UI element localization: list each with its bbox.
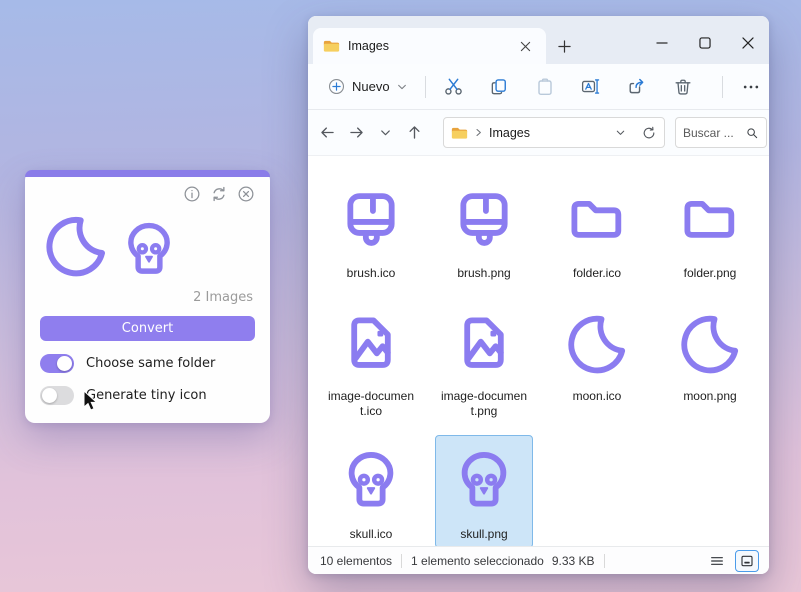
close-button[interactable]	[726, 24, 769, 62]
moon-icon	[552, 301, 642, 385]
file-name: folder.ico	[572, 266, 622, 280]
file-tile[interactable]: skull.ico	[322, 435, 420, 546]
same-folder-label: Choose same folder	[86, 356, 216, 371]
moon-icon	[665, 301, 755, 385]
file-name: folder.png	[683, 266, 737, 280]
file-tile[interactable]: folder.ico	[548, 174, 646, 287]
address-bar[interactable]: Images	[443, 117, 665, 148]
tiny-icon-toggle[interactable]	[40, 386, 74, 405]
address-path: Images	[489, 125, 530, 140]
status-bar: 10 elementos 1 elemento seleccionado 9.3…	[308, 546, 769, 574]
view-buttons	[705, 549, 759, 572]
search-placeholder: Buscar ...	[683, 125, 734, 140]
recent-locations-icon[interactable]	[371, 118, 400, 148]
preview-icons	[44, 207, 255, 279]
skull-icon	[439, 439, 529, 523]
file-name: image-document.ico	[327, 389, 415, 418]
convert-button[interactable]: Convert	[40, 316, 255, 341]
folder-icon	[552, 178, 642, 262]
tab-close-icon[interactable]	[514, 35, 536, 57]
file-tile[interactable]: brush.ico	[322, 174, 420, 287]
toolbar-separator	[722, 75, 724, 98]
back-icon[interactable]	[313, 118, 342, 148]
file-tile[interactable]: moon.ico	[548, 297, 646, 425]
minimize-button[interactable]	[640, 24, 683, 62]
navigation-bar: Images Buscar ...	[308, 110, 769, 156]
file-tile[interactable]: folder.png	[661, 174, 759, 287]
copy-icon[interactable]	[480, 70, 517, 104]
image-icon	[439, 301, 529, 385]
rename-icon[interactable]	[572, 70, 609, 104]
delete-icon[interactable]	[664, 70, 701, 104]
image-count-label: 2 Images	[193, 290, 253, 305]
folder-icon	[665, 178, 755, 262]
file-name: brush.png	[457, 266, 511, 280]
brush-icon	[439, 178, 529, 262]
command-toolbar: Nuevo	[308, 64, 769, 110]
refresh-icon[interactable]	[641, 125, 657, 141]
skull-icon	[120, 221, 178, 279]
tab-images[interactable]: Images	[313, 28, 546, 64]
converter-window-controls	[40, 185, 255, 203]
file-list-area: brush.ico brush.png folder.ico folder.png im…	[308, 156, 769, 546]
explorer-window: Images Nuevo Images Buscar ... brush.ico…	[308, 16, 769, 574]
file-name: moon.ico	[572, 389, 622, 403]
toolbar-separator	[424, 75, 426, 98]
file-tile[interactable]: skull.png	[435, 435, 533, 546]
new-button[interactable]: Nuevo	[322, 74, 413, 99]
paste-icon[interactable]	[526, 70, 563, 104]
items-count: 10 elementos	[320, 553, 393, 568]
desktop: Images Nuevo Images Buscar ... brush.ico…	[0, 0, 801, 592]
moon-icon	[44, 213, 108, 279]
file-name: image-document.png	[440, 389, 528, 418]
file-grid: brush.ico brush.png folder.ico folder.png im…	[322, 174, 761, 546]
converter-accent-strip	[25, 170, 270, 177]
tab-strip: Images	[308, 16, 769, 64]
file-tile[interactable]: moon.png	[661, 297, 759, 425]
image-icon	[326, 301, 416, 385]
file-name: skull.ico	[349, 527, 393, 541]
more-icon[interactable]	[732, 70, 769, 104]
close-circle-icon[interactable]	[237, 185, 255, 203]
up-icon[interactable]	[400, 118, 429, 148]
search-icon	[747, 127, 758, 138]
details-view-icon[interactable]	[705, 550, 729, 572]
large-icons-view-icon[interactable]	[735, 549, 759, 572]
new-button-label: Nuevo	[352, 79, 390, 94]
converter-window: 2 Images Convert Choose same folder Gene…	[25, 170, 270, 423]
brush-icon	[326, 178, 416, 262]
search-box[interactable]: Buscar ...	[675, 117, 767, 148]
file-tile[interactable]: image-document.png	[435, 297, 533, 425]
share-icon[interactable]	[618, 70, 655, 104]
window-caption-buttons	[640, 24, 769, 64]
same-folder-toggle-row: Choose same folder	[40, 354, 255, 373]
info-icon[interactable]	[183, 185, 201, 203]
file-name: skull.png	[460, 527, 508, 541]
forward-icon[interactable]	[342, 118, 371, 148]
file-name: moon.png	[683, 389, 737, 403]
cut-icon[interactable]	[435, 70, 472, 104]
mouse-cursor	[83, 390, 98, 411]
file-tile[interactable]: brush.png	[435, 174, 533, 287]
skull-icon	[326, 439, 416, 523]
same-folder-toggle[interactable]	[40, 354, 74, 373]
address-dropdown-icon[interactable]	[614, 126, 627, 139]
maximize-button[interactable]	[683, 24, 726, 62]
file-name: brush.ico	[346, 266, 396, 280]
reload-icon[interactable]	[210, 185, 228, 203]
selection-count: 1 elemento seleccionado	[411, 553, 544, 568]
tab-title: Images	[348, 39, 389, 53]
new-tab-button[interactable]	[546, 28, 582, 64]
selection-size: 9.33 KB	[551, 553, 595, 568]
folder-icon	[323, 39, 340, 53]
tiny-icon-toggle-row: Generate tiny icon	[40, 386, 255, 405]
tiny-icon-label: Generate tiny icon	[86, 388, 207, 403]
folder-icon	[451, 126, 468, 140]
file-tile[interactable]: image-document.ico	[322, 297, 420, 425]
